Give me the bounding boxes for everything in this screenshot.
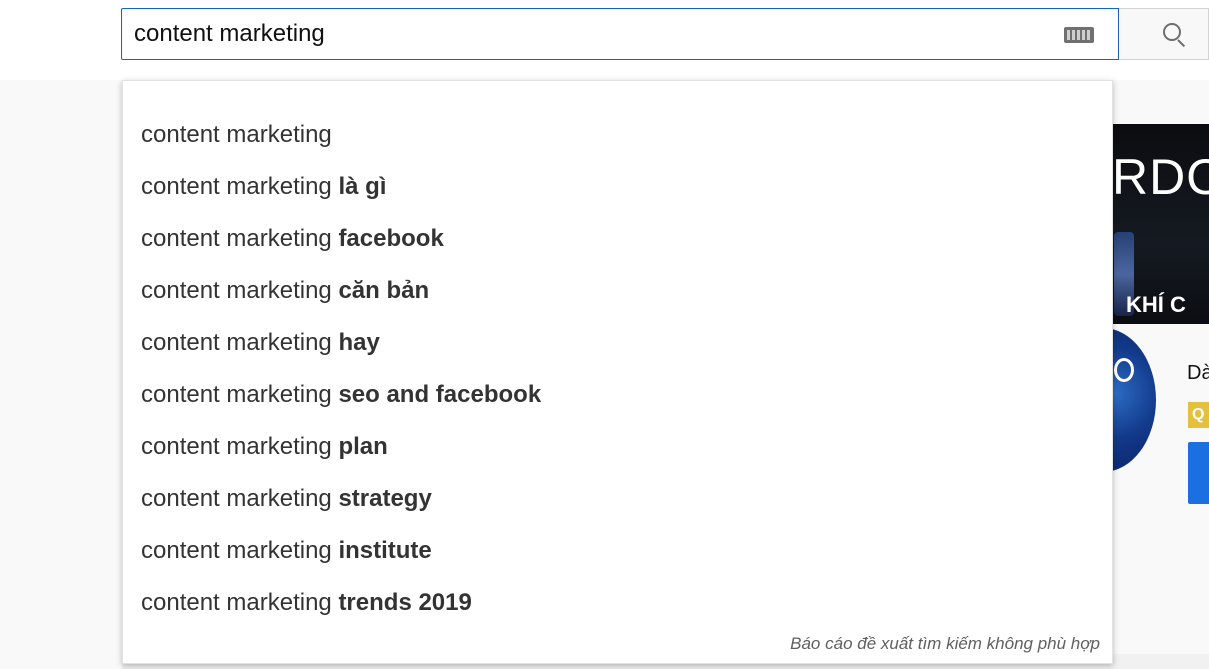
suggestion-item[interactable]: content marketing hay (141, 323, 380, 363)
search-box[interactable] (121, 8, 1119, 60)
suggestion-suffix: hay (338, 329, 380, 356)
report-suggestions-link[interactable]: Báo cáo đề xuất tìm kiếm không phù hợp (790, 634, 1100, 654)
keyboard-icon[interactable] (1064, 27, 1094, 43)
suggestion-item[interactable]: content marketing institute (141, 531, 432, 571)
suggestion-prefix: content marketing (141, 433, 339, 460)
suggestion-item[interactable]: content marketing căn bản (141, 271, 429, 311)
suggestion-prefix: content marketing (141, 329, 339, 356)
suggestion-suffix: strategy (338, 485, 432, 512)
subscribe-button[interactable] (1188, 442, 1209, 504)
search-icon (1163, 23, 1181, 41)
suggestion-suffix: là gì (338, 173, 387, 200)
suggestion-suffix: plan (338, 433, 388, 460)
suggestion-item[interactable]: content marketing seo and facebook (141, 375, 541, 415)
suggestion-item[interactable]: content marketing strategy (141, 479, 432, 519)
suggestion-suffix: căn bản (338, 277, 430, 304)
suggestion-prefix: content marketing (141, 173, 339, 200)
suggestion-prefix: content marketing (141, 485, 339, 512)
suggestion-prefix: content marketing (141, 381, 339, 408)
suggestion-prefix: content marketing (141, 589, 339, 616)
suggestion-prefix: content marketing (141, 537, 339, 564)
channel-badge: Q (1188, 402, 1209, 428)
suggestion-item[interactable]: content marketing facebook (141, 219, 444, 259)
suggestion-suffix: institute (338, 537, 432, 564)
suggestion-item[interactable]: content marketing plan (141, 427, 388, 467)
search-input[interactable] (134, 9, 1034, 59)
search-suggestions-dropdown: content marketing content marketing là g… (122, 80, 1113, 664)
suggestion-prefix: content marketing (141, 121, 332, 148)
search-button[interactable] (1119, 8, 1209, 60)
suggestion-suffix: trends 2019 (338, 589, 472, 616)
suggestion-item[interactable]: content marketing trends 2019 (141, 583, 472, 623)
thumbnail-title: RDO (1112, 149, 1209, 205)
channel-title[interactable]: Dà (1187, 362, 1209, 385)
suggestion-item[interactable]: content marketing (141, 115, 332, 155)
suggestion-suffix: seo and facebook (338, 381, 542, 408)
suggestion-prefix: content marketing (141, 225, 339, 252)
thumbnail-subtitle: KHÍ C (1126, 292, 1186, 317)
suggestion-item[interactable]: content marketing là gì (141, 167, 386, 207)
suggestion-suffix: facebook (338, 225, 444, 252)
suggestion-prefix: content marketing (141, 277, 339, 304)
video-thumbnail[interactable]: RDO KHÍ C (1112, 124, 1209, 324)
